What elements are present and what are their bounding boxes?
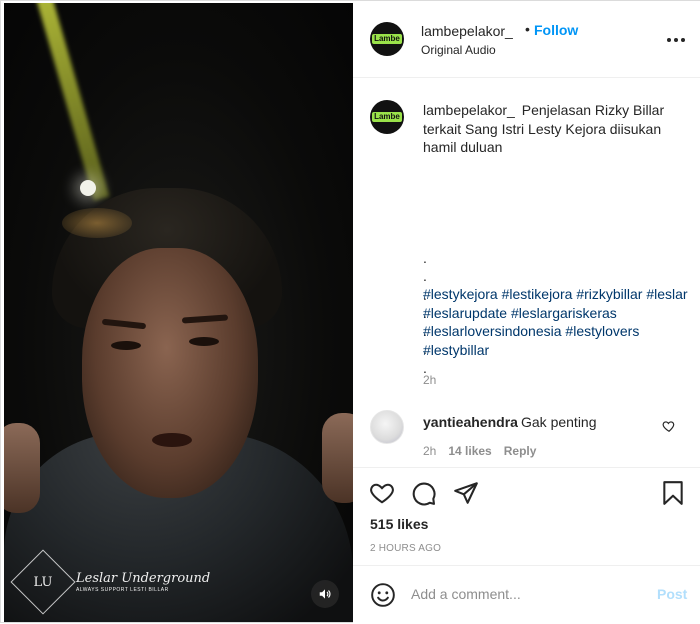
post-timestamp[interactable]: 2 HOURS AGO: [370, 543, 441, 554]
comment-icon[interactable]: [411, 480, 437, 506]
hashtag-link[interactable]: #lestikejora: [502, 286, 573, 302]
comment-reply-button[interactable]: Reply: [504, 444, 537, 458]
comment-item: yantieahendra Gak penting 2h 14 likes Re…: [353, 406, 700, 466]
video-watermark: LU Leslar Underground ALWAYS SUPPORT LES…: [10, 549, 211, 615]
commenter-username[interactable]: yantieahendra: [423, 414, 518, 430]
hashtag-link[interactable]: #lestykejora: [423, 286, 498, 302]
comment-text: Gak penting: [521, 414, 597, 430]
hashtag-link[interactable]: #leslarloversindonesia: [423, 323, 562, 339]
bookmark-icon[interactable]: [660, 480, 686, 506]
hashtag-link[interactable]: #rizkybillar: [576, 286, 642, 302]
action-bar: 515 likes 2 HOURS AGO: [353, 467, 700, 565]
comment-meta: 2h 14 likes Reply: [423, 444, 536, 458]
hashtag-link[interactable]: #leslargariskeras: [511, 305, 617, 321]
post-dialog: LU Leslar Underground ALWAYS SUPPORT LES…: [0, 0, 700, 624]
emoji-icon[interactable]: [370, 582, 396, 608]
like-count[interactable]: 515 likes: [370, 516, 428, 532]
caption-text: lambepelakor_ Penjelasan Rizky Billar te…: [423, 101, 688, 157]
avatar-badge: Lambe: [372, 112, 402, 122]
video-player[interactable]: LU Leslar Underground ALWAYS SUPPORT LES…: [4, 3, 353, 622]
author-username[interactable]: lambepelakor_: [421, 23, 513, 39]
separator-dot: •: [525, 21, 530, 37]
eye-right: [189, 337, 219, 346]
caption-username[interactable]: lambepelakor_: [423, 102, 515, 118]
hashtag-list: #lestykejora #lestikejora #rizkybillar #…: [423, 285, 688, 359]
share-icon[interactable]: [453, 480, 479, 506]
comment-input[interactable]: [411, 579, 641, 609]
avatar-badge: Lambe: [372, 34, 402, 44]
add-comment-bar: Post: [353, 565, 700, 624]
comment-timestamp[interactable]: 2h: [423, 444, 436, 458]
mouth: [152, 433, 192, 447]
volume-icon: [319, 589, 331, 599]
volume-button[interactable]: [311, 580, 339, 608]
post-header: Lambe lambepelakor_ • Follow Original Au…: [353, 1, 700, 78]
commenter-avatar[interactable]: [370, 410, 404, 444]
watermark-logo: LU: [10, 549, 76, 615]
hashtag-link[interactable]: #leslarupdate: [423, 305, 507, 321]
hair-highlight: [62, 208, 132, 238]
hashtag-link[interactable]: #lestybillar: [423, 342, 489, 358]
eye-left: [111, 341, 141, 350]
hashtag-link[interactable]: #lestylovers: [565, 323, 639, 339]
comment-likes[interactable]: 14 likes: [448, 444, 491, 458]
heart-icon[interactable]: [369, 480, 395, 506]
watermark-title: Leslar Underground: [76, 571, 211, 586]
audio-label[interactable]: Original Audio: [421, 43, 496, 57]
hand-right: [322, 413, 353, 503]
comment-heart-icon[interactable]: [662, 419, 676, 433]
more-icon[interactable]: [667, 38, 685, 42]
post-sidebar: Lambe lambepelakor_ • Follow Original Au…: [353, 1, 700, 624]
follow-button[interactable]: Follow: [534, 22, 578, 38]
person-face: [82, 248, 258, 498]
watermark-subtitle: ALWAYS SUPPORT LESTI BILLAR: [76, 587, 169, 593]
hashtag-link[interactable]: #leslar: [646, 286, 687, 302]
light-beam: [30, 3, 110, 201]
caption-avatar[interactable]: Lambe: [370, 100, 404, 134]
ceiling-light: [80, 180, 96, 196]
post-comment-button[interactable]: Post: [657, 586, 687, 602]
watermark-monogram: LU: [33, 574, 53, 590]
hand-left: [4, 423, 40, 513]
author-avatar[interactable]: Lambe: [370, 22, 404, 56]
caption-timestamp[interactable]: 2h: [423, 373, 436, 387]
